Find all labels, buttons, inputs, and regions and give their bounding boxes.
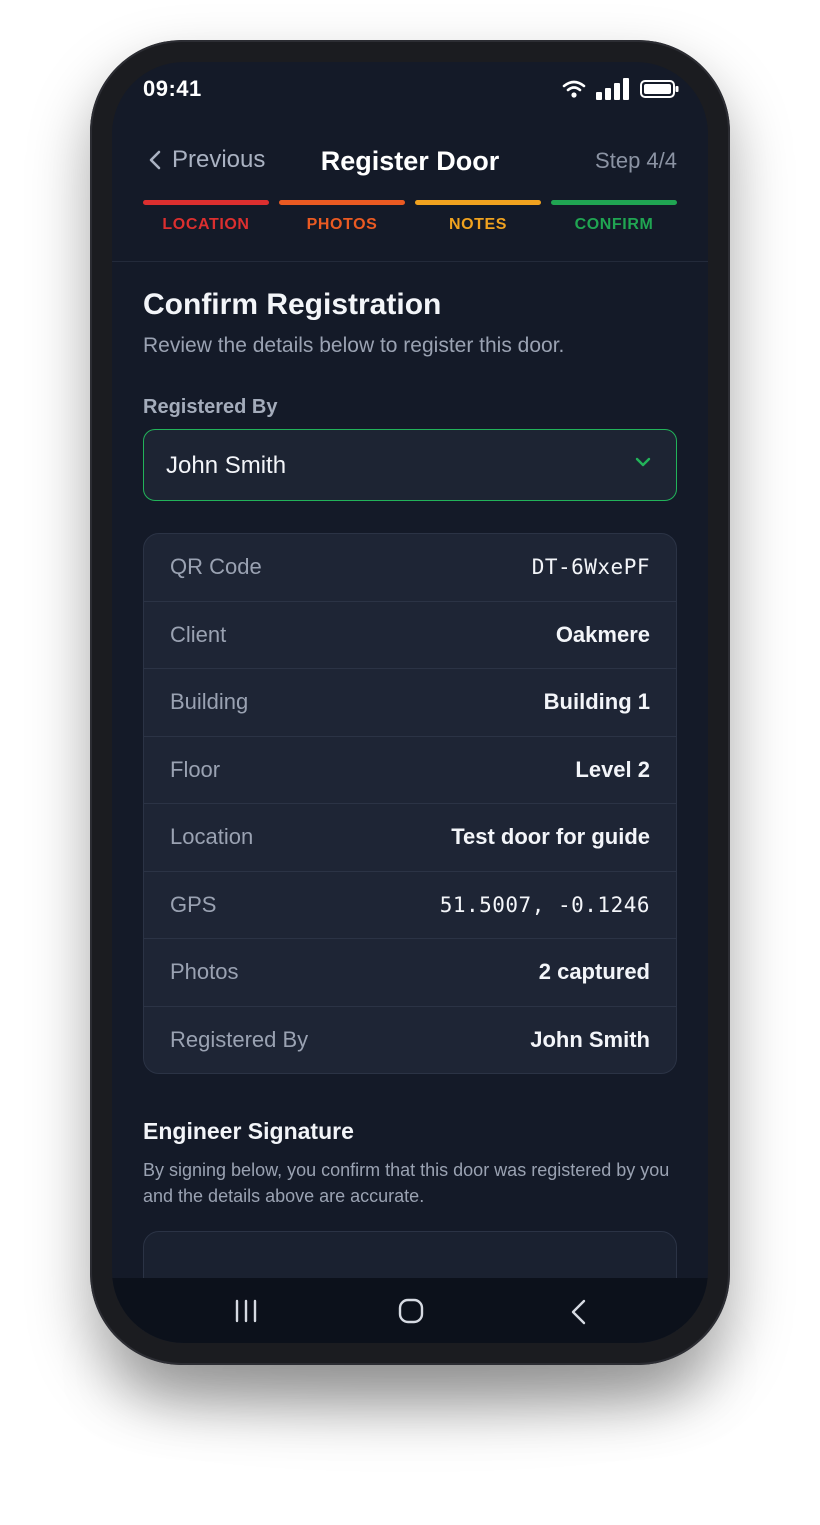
detail-label: Registered By (170, 1026, 309, 1052)
detail-value: DT-6WxePF (531, 555, 650, 580)
section-title: Confirm Registration (143, 288, 442, 321)
phone-frame: 09:41 Previous Register Door Step 4/4 LO… (90, 40, 730, 1365)
registered-by-label: Registered By (143, 396, 278, 418)
step-confirm: CONFIRM (551, 200, 677, 234)
registered-by-select[interactable]: John Smith (143, 429, 677, 501)
detail-value: Oakmere (555, 621, 650, 647)
status-icons (562, 78, 680, 100)
detail-label: QR Code (170, 554, 262, 580)
step-notes: NOTES (415, 200, 541, 234)
step-photos: PHOTOS (279, 200, 405, 234)
step-label: LOCATION (162, 216, 250, 233)
section-subtitle: Review the details below to register thi… (143, 334, 565, 357)
chevron-down-icon (635, 457, 651, 467)
step-bar (415, 200, 541, 205)
progress-stepper: LOCATION PHOTOS NOTES CONFIRM (143, 200, 677, 234)
detail-row-qr-code: QR Code DT-6WxePF (144, 534, 676, 602)
detail-row-photos: Photos 2 captured (144, 939, 676, 1007)
system-nav-bar (112, 1278, 708, 1343)
step-location: LOCATION (143, 200, 269, 234)
home-icon[interactable] (398, 1298, 424, 1324)
battery-icon (640, 80, 679, 98)
step-bar (551, 200, 677, 205)
back-icon[interactable] (569, 1298, 589, 1326)
detail-value: Building 1 (543, 689, 650, 715)
status-time: 09:41 (143, 76, 202, 101)
step-label: CONFIRM (574, 216, 654, 233)
detail-value: John Smith (530, 1026, 650, 1052)
header: Previous Register Door Step 4/4 (112, 132, 708, 194)
detail-value: 2 captured (538, 959, 650, 985)
details-card: QR Code DT-6WxePF Client Oakmere Buildin… (143, 533, 677, 1074)
main-content: Confirm Registration Review the details … (143, 288, 677, 1343)
status-bar: 09:41 (112, 62, 708, 118)
registered-by-value: John Smith (166, 452, 287, 479)
detail-label: Photos (170, 959, 239, 985)
detail-label: Floor (170, 756, 221, 782)
detail-value: 51.5007, -0.1246 (439, 892, 650, 917)
step-bar (279, 200, 405, 205)
recents-icon[interactable] (233, 1298, 259, 1324)
step-label: PHOTOS (306, 216, 378, 233)
header-divider (112, 261, 708, 262)
detail-label: Client (170, 621, 227, 647)
wifi-icon (562, 80, 586, 98)
signature-description: By signing below, you confirm that this … (143, 1160, 670, 1206)
stage: 09:41 Previous Register Door Step 4/4 LO… (0, 0, 820, 1525)
detail-row-registered-by: Registered By John Smith (144, 1007, 676, 1074)
detail-row-floor: Floor Level 2 (144, 737, 676, 804)
detail-label: Building (170, 689, 249, 715)
detail-row-building: Building Building 1 (144, 669, 676, 737)
detail-label: GPS (170, 891, 217, 917)
detail-row-gps: GPS 51.5007, -0.1246 (144, 872, 676, 939)
detail-value: Level 2 (575, 756, 650, 782)
detail-row-location: Location Test door for guide (144, 804, 676, 872)
step-label: NOTES (448, 216, 508, 233)
step-bar (143, 200, 269, 205)
screen: 09:41 Previous Register Door Step 4/4 LO… (112, 62, 708, 1343)
detail-row-client: Client Oakmere (144, 602, 676, 669)
detail-value: Test door for guide (451, 824, 650, 850)
signature-title: Engineer Signature (143, 1118, 354, 1144)
signal-icon (596, 78, 629, 100)
detail-label: Location (170, 824, 254, 850)
step-indicator: Step 4/4 (595, 148, 677, 173)
